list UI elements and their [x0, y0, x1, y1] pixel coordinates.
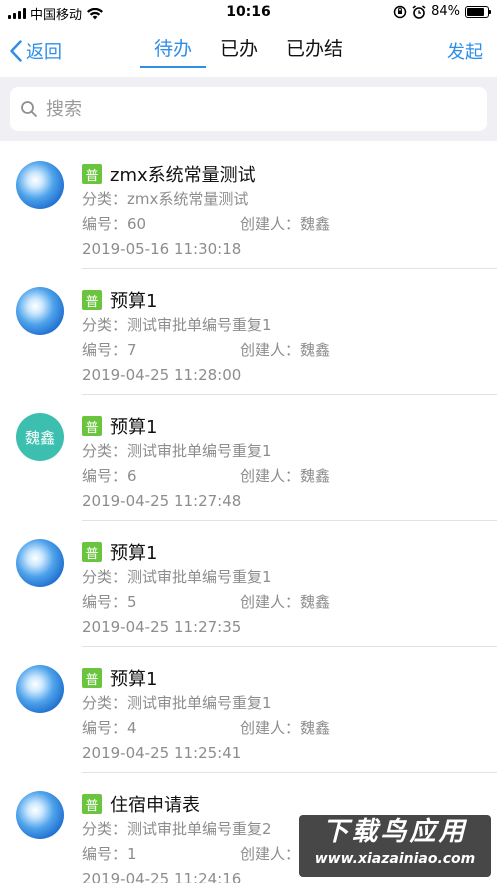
item-creator: 创建人：: [240, 845, 301, 863]
search-icon: [21, 101, 37, 117]
list-item[interactable]: 普 预算1 分类：测试审批单编号重复1 编号：5 创建人：魏鑫 2019-04-…: [0, 521, 497, 647]
tab-bar: 待办 已办 已办结: [0, 36, 497, 68]
title-row: 普 预算1: [82, 539, 497, 565]
tab-processed[interactable]: 已办: [206, 36, 272, 68]
watermark-logo: 下载鸟应用 www.xiazainiao.com: [299, 815, 491, 877]
list-item-content: 普 预算1 分类：测试审批单编号重复1 编号：6 创建人：魏鑫 2019-04-…: [82, 413, 497, 521]
avatar: [16, 539, 64, 587]
item-datetime: 2019-05-16 11:30:18: [82, 240, 242, 258]
battery-percentage: 84%: [431, 4, 460, 19]
item-number: 编号：60: [82, 215, 147, 233]
item-title: 预算1: [110, 291, 158, 312]
item-creator: 创建人：魏鑫: [240, 593, 331, 611]
item-meta-row: 编号：6 创建人：魏鑫: [82, 464, 497, 489]
list-item[interactable]: 普 zmx系统常量测试 分类：zmx系统常量测试 编号：60 创建人：魏鑫 20…: [0, 143, 497, 269]
priority-badge: 普: [82, 668, 102, 688]
tab-pending[interactable]: 待办: [139, 36, 206, 68]
item-datetime: 2019-04-25 11:27:35: [82, 618, 242, 636]
item-category: 分类：zmx系统常量测试: [82, 190, 249, 208]
item-creator: 创建人：魏鑫: [240, 341, 331, 359]
title-row: 普 预算1: [82, 287, 497, 313]
priority-badge: 普: [82, 290, 102, 310]
priority-badge: 普: [82, 542, 102, 562]
approval-list: 普 zmx系统常量测试 分类：zmx系统常量测试 编号：60 创建人：魏鑫 20…: [0, 143, 497, 883]
status-right: 84%: [393, 4, 491, 19]
item-datetime: 2019-04-25 11:25:41: [82, 744, 242, 762]
item-meta-row: 编号：4 创建人：魏鑫: [82, 716, 497, 741]
item-title: 预算1: [110, 417, 158, 438]
item-creator: 创建人：魏鑫: [240, 719, 331, 737]
avatar: [16, 287, 64, 335]
list-item-content: 普 预算1 分类：测试审批单编号重复1 编号：5 创建人：魏鑫 2019-04-…: [82, 539, 497, 647]
item-creator: 创建人：魏鑫: [240, 215, 331, 233]
list-item[interactable]: 魏鑫 普 预算1 分类：测试审批单编号重复1 编号：6 创建人：魏鑫 2019-…: [0, 395, 497, 521]
priority-badge: 普: [82, 164, 102, 184]
item-category: 分类：测试审批单编号重复1: [82, 442, 272, 460]
avatar: [16, 665, 64, 713]
item-number: 编号：7: [82, 341, 137, 359]
item-number: 编号：6: [82, 467, 137, 485]
item-meta-row: 编号：7 创建人：魏鑫: [82, 338, 497, 363]
initiate-button[interactable]: 发起: [447, 38, 483, 64]
search-area: [0, 77, 497, 141]
priority-badge: 普: [82, 794, 102, 814]
item-datetime: 2019-04-25 11:28:00: [82, 366, 242, 384]
battery-level-fill: [467, 7, 484, 16]
search-input[interactable]: [46, 98, 446, 120]
title-row: 普 zmx系统常量测试: [82, 161, 497, 187]
list-item[interactable]: 普 预算1 分类：测试审批单编号重复1 编号：7 创建人：魏鑫 2019-04-…: [0, 269, 497, 395]
list-item-content: 普 预算1 分类：测试审批单编号重复1 编号：4 创建人：魏鑫 2019-04-…: [82, 665, 497, 773]
item-number: 编号：5: [82, 593, 137, 611]
title-row: 普 住宿申请表: [82, 791, 497, 817]
item-datetime: 2019-04-25 11:27:48: [82, 492, 242, 510]
item-title: 预算1: [110, 669, 158, 690]
item-meta-row: 编号：5 创建人：魏鑫: [82, 590, 497, 615]
battery-icon: [465, 5, 491, 18]
item-number: 编号：4: [82, 719, 137, 737]
tab-completed[interactable]: 已办结: [272, 36, 357, 68]
status-bar: 中国移动 10:16 84%: [0, 0, 497, 26]
item-number: 编号：1: [82, 845, 137, 863]
list-item[interactable]: 普 预算1 分类：测试审批单编号重复1 编号：4 创建人：魏鑫 2019-04-…: [0, 647, 497, 773]
navigation-bar: 返回 待办 已办 已办结 发起: [0, 26, 497, 76]
avatar: [16, 161, 64, 209]
item-meta-row: 编号：60 创建人：魏鑫: [82, 212, 497, 237]
avatar: 魏鑫: [16, 413, 64, 461]
item-title: 住宿申请表: [110, 795, 200, 816]
title-row: 普 预算1: [82, 665, 497, 691]
search-box[interactable]: [10, 87, 487, 131]
item-creator: 创建人：魏鑫: [240, 467, 331, 485]
list-item-content: 普 预算1 分类：测试审批单编号重复1 编号：7 创建人：魏鑫 2019-04-…: [82, 287, 497, 395]
item-category: 分类：测试审批单编号重复1: [82, 568, 272, 586]
list-item-content: 普 zmx系统常量测试 分类：zmx系统常量测试 编号：60 创建人：魏鑫 20…: [82, 161, 497, 269]
title-row: 普 预算1: [82, 413, 497, 439]
orientation-lock-icon: [393, 5, 407, 18]
item-category: 分类：测试审批单编号重复1: [82, 316, 272, 334]
priority-badge: 普: [82, 416, 102, 436]
item-title: zmx系统常量测试: [110, 165, 256, 186]
alarm-clock-icon: [412, 4, 426, 19]
item-title: 预算1: [110, 543, 158, 564]
watermark-title: 下载鸟应用: [322, 817, 468, 847]
item-category: 分类：测试审批单编号重复1: [82, 694, 272, 712]
avatar: [16, 791, 64, 839]
watermark-url: www.xiazainiao.com: [314, 851, 476, 867]
